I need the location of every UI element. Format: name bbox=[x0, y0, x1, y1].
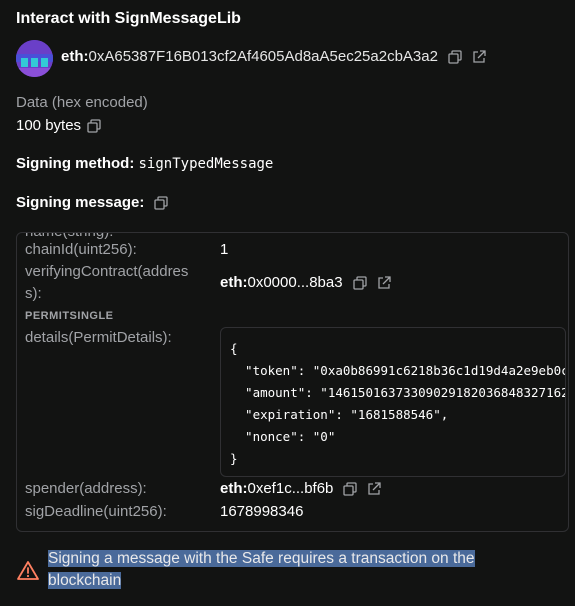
warning-line-1: Signing a message with the Safe requires… bbox=[48, 550, 475, 567]
data-size: 100 bytes bbox=[16, 117, 82, 134]
warning-message: Signing a message with the Safe requires… bbox=[48, 548, 518, 592]
warning-icon bbox=[17, 560, 39, 582]
contract-address: 0xA65387F16B013cf2Af4605Ad8aA5ec25a2cbA3… bbox=[88, 48, 438, 65]
section-label: PERMITSINGLE bbox=[25, 310, 114, 322]
page-title: Interact with SignMessageLib bbox=[16, 10, 241, 27]
json-line: "amount": "14615016373309029182036848327… bbox=[245, 385, 565, 400]
details-label: details(PermitDetails): bbox=[25, 329, 172, 346]
json-line: "token": "0xa0b86991c6218b36c1d19d4a2e9e… bbox=[245, 363, 565, 378]
copy-icon[interactable] bbox=[87, 118, 101, 133]
signing-message-box[interactable]: name(string): chainId(uint256): 1 verify… bbox=[16, 232, 569, 532]
spender-address: 0xef1c...bf6b bbox=[247, 480, 334, 497]
chain-id-value: 1 bbox=[220, 241, 229, 258]
signing-method-value: signTypedMessage bbox=[138, 156, 274, 172]
verifying-contract-label-line2: s): bbox=[25, 285, 42, 302]
contract-avatar bbox=[16, 40, 53, 77]
copy-icon[interactable] bbox=[343, 481, 358, 496]
warning-line-2: blockchain bbox=[48, 572, 122, 589]
json-line: "nonce": "0" bbox=[230, 429, 336, 444]
json-line: "expiration": "1681588546", bbox=[230, 407, 449, 422]
sig-deadline-value: 1678998346 bbox=[220, 503, 304, 520]
signing-message-label: Signing message: bbox=[16, 194, 145, 211]
chain-prefix: eth: bbox=[61, 48, 89, 65]
external-link-icon[interactable] bbox=[377, 275, 391, 290]
details-json: { "token": "0xa0b86991c6218b36c1d19d4a2e… bbox=[230, 338, 565, 470]
copy-icon[interactable] bbox=[352, 275, 367, 290]
verifying-contract-address: 0x0000...8ba3 bbox=[247, 274, 343, 291]
verifying-contract-label-line1: verifyingContract(addres bbox=[25, 263, 189, 280]
verifying-contract-value: eth: 0x0000...8ba3 bbox=[220, 274, 391, 291]
contract-address-row: eth: 0xA65387F16B013cf2Af4605Ad8aA5ec25a… bbox=[61, 48, 486, 65]
signing-method-row: Signing method: signTypedMessage bbox=[16, 155, 273, 172]
copy-icon[interactable] bbox=[448, 49, 462, 64]
chain-prefix: eth: bbox=[220, 274, 248, 291]
spender-label: spender(address): bbox=[25, 480, 147, 497]
signing-method-label: Signing method: bbox=[16, 155, 135, 172]
spender-value: eth: 0xef1c...bf6b bbox=[220, 480, 382, 497]
data-size-row: 100 bytes bbox=[16, 117, 101, 134]
signing-message-heading: Signing message: bbox=[16, 194, 169, 211]
details-json-box[interactable]: { "token": "0xa0b86991c6218b36c1d19d4a2e… bbox=[220, 327, 566, 477]
external-link-icon[interactable] bbox=[472, 49, 486, 64]
external-link-icon[interactable] bbox=[367, 481, 382, 496]
json-line: } bbox=[230, 451, 238, 466]
chain-id-label: chainId(uint256): bbox=[25, 241, 137, 258]
chain-prefix: eth: bbox=[220, 480, 248, 497]
cut-off-row-label: name(string): bbox=[25, 233, 113, 240]
sig-deadline-label: sigDeadline(uint256): bbox=[25, 503, 167, 520]
copy-icon[interactable] bbox=[154, 195, 169, 210]
json-line: { bbox=[230, 341, 238, 356]
data-label: Data (hex encoded) bbox=[16, 94, 148, 111]
